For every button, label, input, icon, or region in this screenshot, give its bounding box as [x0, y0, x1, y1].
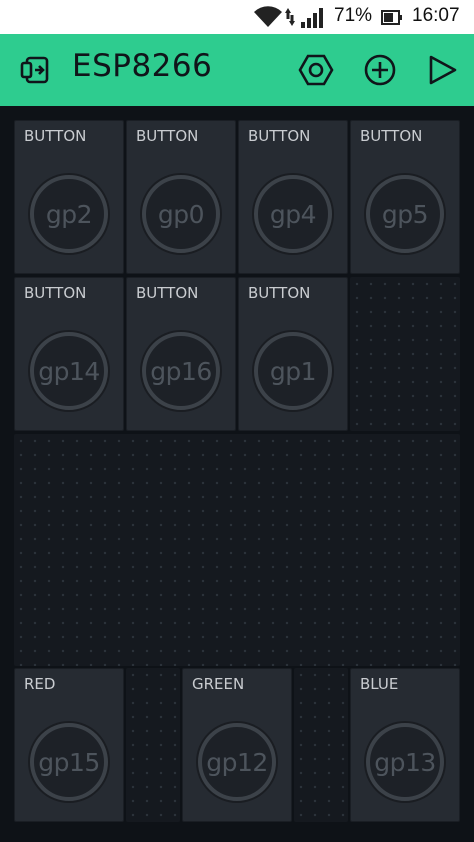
pin-label: gp13	[374, 747, 436, 777]
pin-label: gp4	[269, 199, 317, 229]
empty-grid-cell[interactable]	[126, 668, 180, 822]
pin-label: gp5	[381, 199, 429, 229]
widget-label: BUTTON	[248, 127, 311, 145]
button-knob[interactable]: gp2	[30, 175, 108, 253]
pin-label: gp15	[38, 747, 100, 777]
add-icon[interactable]	[360, 50, 400, 90]
button-knob[interactable]: gp15	[30, 723, 108, 801]
button-widget[interactable]: BUTTON gp1	[238, 277, 348, 431]
widget-label: BUTTON	[136, 284, 199, 302]
pin-label: gp14	[38, 356, 100, 386]
pin-label: gp1	[269, 356, 317, 386]
wifi-icon	[254, 6, 282, 27]
status-bar: 71% 16:07	[0, 0, 474, 34]
button-widget[interactable]: BUTTON gp16	[126, 277, 236, 431]
button-widget[interactable]: BUTTON gp5	[350, 120, 460, 274]
widget-label: BLUE	[360, 675, 399, 693]
widget-canvas[interactable]: BUTTON gp2 BUTTON gp0 BUTTON gp4 BUTTON …	[0, 106, 474, 842]
widget-label: BUTTON	[24, 284, 87, 302]
button-widget[interactable]: BUTTON gp4	[238, 120, 348, 274]
button-knob[interactable]: gp1	[254, 332, 332, 410]
pin-label: gp2	[45, 199, 93, 229]
device-icon[interactable]	[18, 50, 58, 90]
blue-button-widget[interactable]: BLUE gp13	[350, 668, 460, 822]
play-icon[interactable]	[422, 50, 462, 90]
signal-icon	[301, 8, 323, 28]
button-knob[interactable]: gp5	[366, 175, 444, 253]
button-knob[interactable]: gp4	[254, 175, 332, 253]
widget-label: BUTTON	[136, 127, 199, 145]
empty-grid-cell[interactable]	[294, 668, 348, 822]
empty-grid-cell[interactable]	[350, 277, 460, 431]
button-knob[interactable]: gp12	[198, 723, 276, 801]
widget-label: RED	[24, 675, 56, 693]
widget-label: BUTTON	[360, 127, 423, 145]
pin-label: gp12	[206, 747, 268, 777]
pin-label: gp0	[157, 199, 205, 229]
project-title: ESP8266	[72, 48, 213, 84]
button-widget[interactable]: BUTTON gp2	[14, 120, 124, 274]
settings-hex-icon[interactable]	[296, 50, 336, 90]
pin-label: gp16	[150, 356, 212, 386]
widget-label: BUTTON	[24, 127, 87, 145]
green-button-widget[interactable]: GREEN gp12	[182, 668, 292, 822]
button-knob[interactable]: gp14	[30, 332, 108, 410]
widget-label: GREEN	[192, 675, 245, 693]
button-widget[interactable]: BUTTON gp14	[14, 277, 124, 431]
clock: 16:07	[412, 5, 460, 26]
battery-percent: 71%	[334, 5, 373, 26]
button-knob[interactable]: gp13	[366, 723, 444, 801]
button-knob[interactable]: gp16	[142, 332, 220, 410]
data-arrows-icon	[285, 8, 295, 26]
button-knob[interactable]: gp0	[142, 175, 220, 253]
red-button-widget[interactable]: RED gp15	[14, 668, 124, 822]
battery-icon	[381, 10, 402, 25]
widget-label: BUTTON	[248, 284, 311, 302]
empty-grid-area[interactable]	[14, 434, 460, 666]
app-bar: ESP8266	[0, 34, 474, 106]
button-widget[interactable]: BUTTON gp0	[126, 120, 236, 274]
